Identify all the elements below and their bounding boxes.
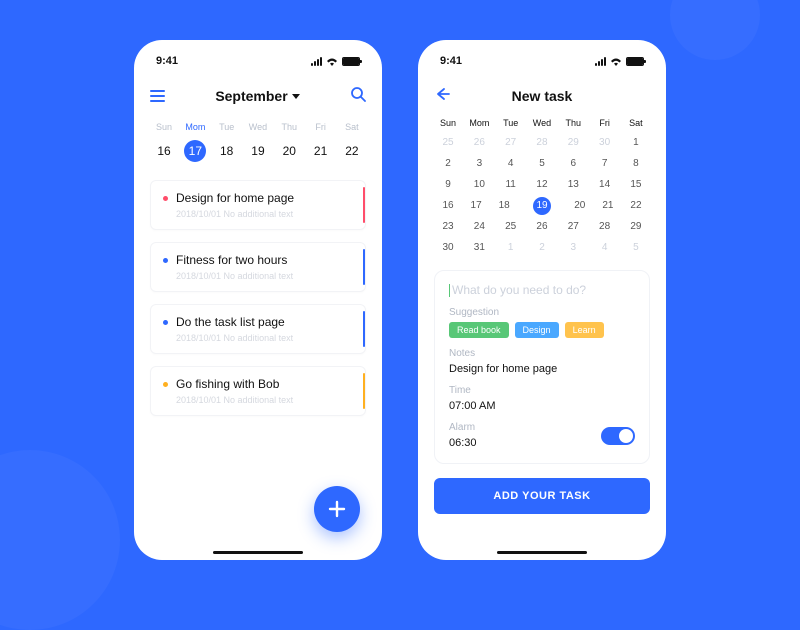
- calendar-day[interactable]: 18: [490, 197, 518, 215]
- calendar-day[interactable]: 1: [622, 134, 650, 152]
- calendar-day[interactable]: 26: [465, 134, 493, 152]
- calendar-day[interactable]: 7: [591, 155, 619, 173]
- time-value[interactable]: 07:00 AM: [449, 400, 635, 412]
- phone-screen-new-task: 9:41 New task SunMomTueWedThuFriSat 2526…: [418, 40, 666, 560]
- notes-value[interactable]: Design for home page: [449, 363, 635, 375]
- header-title: New task: [512, 88, 573, 104]
- week-day[interactable]: Sun16: [150, 122, 178, 162]
- battery-icon: [342, 57, 360, 66]
- task-input[interactable]: What do you need to do?: [449, 283, 635, 297]
- calendar-day[interactable]: 6: [559, 155, 587, 173]
- alarm-value[interactable]: 06:30: [449, 437, 477, 449]
- calendar-day[interactable]: 25: [497, 218, 525, 236]
- task-card[interactable]: Go fishing with Bob2018/10/01 No additio…: [150, 366, 366, 416]
- week-day[interactable]: Fri21: [307, 122, 335, 162]
- add-task-button[interactable]: ADD YOUR TASK: [434, 478, 650, 514]
- week-day[interactable]: Wed19: [244, 122, 272, 162]
- suggestion-label: Suggestion: [449, 307, 635, 318]
- battery-icon: [626, 57, 644, 66]
- status-icons: [595, 57, 644, 66]
- calendar-day[interactable]: 2: [528, 239, 556, 257]
- calendar-day[interactable]: 17: [462, 197, 490, 215]
- calendar-day[interactable]: 3: [559, 239, 587, 257]
- suggestion-tags: Read book Design Learn: [449, 322, 635, 338]
- text-cursor: [449, 284, 450, 297]
- notes-label: Notes: [449, 348, 635, 359]
- calendar-day[interactable]: 4: [497, 155, 525, 173]
- calendar-day[interactable]: 20: [566, 197, 594, 215]
- suggestion-tag[interactable]: Read book: [449, 322, 509, 338]
- suggestion-tag[interactable]: Learn: [565, 322, 604, 338]
- search-icon[interactable]: [350, 86, 366, 107]
- calendar-day[interactable]: 31: [465, 239, 493, 257]
- task-card[interactable]: Do the task list page2018/10/01 No addit…: [150, 304, 366, 354]
- status-time: 9:41: [156, 55, 178, 67]
- week-strip: Sun16Mom17Tue18Wed19Thu20Fri21Sat22: [150, 122, 366, 162]
- back-icon[interactable]: [434, 86, 450, 107]
- calendar-day[interactable]: 25: [434, 134, 462, 152]
- calendar-day[interactable]: 28: [528, 134, 556, 152]
- week-day[interactable]: Sat22: [338, 122, 366, 162]
- signal-icon: [595, 57, 606, 66]
- calendar-day[interactable]: 19: [533, 197, 551, 215]
- home-indicator: [213, 551, 303, 554]
- status-bar: 9:41: [150, 52, 366, 70]
- alarm-label: Alarm: [449, 422, 477, 433]
- calendar-day[interactable]: 1: [497, 239, 525, 257]
- calendar-day[interactable]: 24: [465, 218, 493, 236]
- calendar-day[interactable]: 14: [591, 176, 619, 194]
- calendar-day[interactable]: 15: [622, 176, 650, 194]
- task-card[interactable]: Design for home page2018/10/01 No additi…: [150, 180, 366, 230]
- menu-icon[interactable]: [150, 90, 165, 102]
- calendar-day[interactable]: 30: [591, 134, 619, 152]
- wifi-icon: [326, 57, 338, 66]
- calendar-day[interactable]: 27: [497, 134, 525, 152]
- calendar-day[interactable]: 13: [559, 176, 587, 194]
- task-list: Design for home page2018/10/01 No additi…: [150, 180, 366, 416]
- calendar-day[interactable]: 4: [591, 239, 619, 257]
- calendar-grid: SunMomTueWedThuFriSat 252627282930123456…: [434, 118, 650, 260]
- calendar-day[interactable]: 5: [622, 239, 650, 257]
- calendar-day[interactable]: 16: [434, 197, 462, 215]
- calendar-day[interactable]: 2: [434, 155, 462, 173]
- week-day[interactable]: Thu20: [275, 122, 303, 162]
- calendar-day[interactable]: 8: [622, 155, 650, 173]
- chevron-down-icon: [292, 94, 300, 99]
- calendar-day[interactable]: 22: [622, 197, 650, 215]
- time-label: Time: [449, 385, 635, 396]
- calendar-day[interactable]: 21: [594, 197, 622, 215]
- calendar-day[interactable]: 30: [434, 239, 462, 257]
- home-indicator: [497, 551, 587, 554]
- calendar-day[interactable]: 12: [528, 176, 556, 194]
- calendar-day[interactable]: 3: [465, 155, 493, 173]
- add-task-fab[interactable]: [314, 486, 360, 532]
- calendar-day[interactable]: 28: [591, 218, 619, 236]
- suggestion-tag[interactable]: Design: [515, 322, 559, 338]
- status-icons: [311, 57, 360, 66]
- app-header: New task: [434, 84, 650, 108]
- week-day[interactable]: Mom17: [181, 122, 209, 162]
- alarm-toggle[interactable]: [601, 427, 635, 445]
- week-day[interactable]: Tue18: [213, 122, 241, 162]
- header-title[interactable]: September: [215, 88, 299, 104]
- calendar-day[interactable]: 29: [559, 134, 587, 152]
- phone-screen-tasks: 9:41 September Sun16Mom17Tue18Wed19Thu20…: [134, 40, 382, 560]
- signal-icon: [311, 57, 322, 66]
- task-card[interactable]: Fitness for two hours2018/10/01 No addit…: [150, 242, 366, 292]
- calendar-day[interactable]: 29: [622, 218, 650, 236]
- status-bar: 9:41: [434, 52, 650, 70]
- calendar-day[interactable]: 10: [465, 176, 493, 194]
- calendar-day[interactable]: 27: [559, 218, 587, 236]
- calendar-day[interactable]: 23: [434, 218, 462, 236]
- calendar-day[interactable]: 26: [528, 218, 556, 236]
- calendar-day[interactable]: 11: [497, 176, 525, 194]
- app-header: September: [150, 84, 366, 108]
- calendar-day[interactable]: 5: [528, 155, 556, 173]
- wifi-icon: [610, 57, 622, 66]
- calendar-day[interactable]: 9: [434, 176, 462, 194]
- status-time: 9:41: [440, 55, 462, 67]
- new-task-form: What do you need to do? Suggestion Read …: [434, 270, 650, 464]
